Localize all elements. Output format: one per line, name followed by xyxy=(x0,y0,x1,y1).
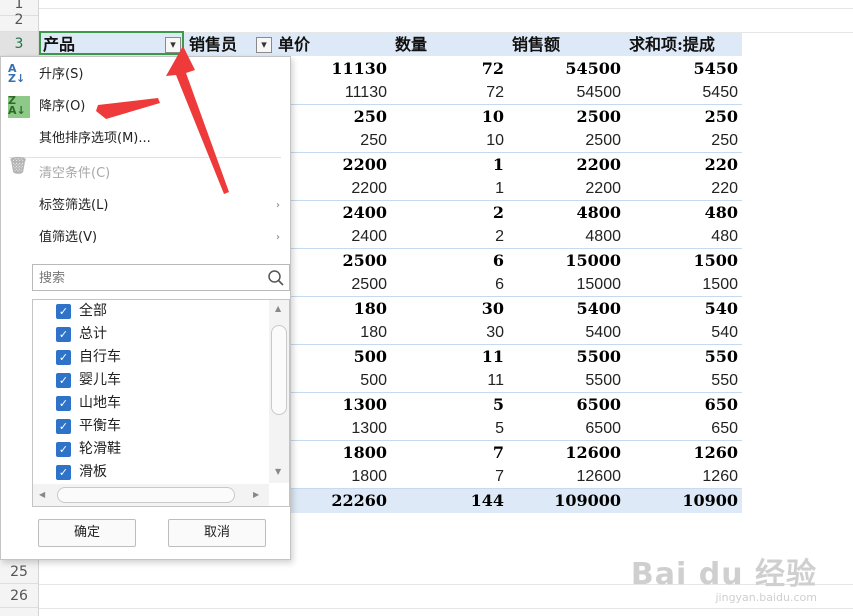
watermark-logo: Bai du 经验 xyxy=(630,557,817,592)
baidu-jingyan-watermark: Bai du 经验 jingyan.baidu.com xyxy=(631,549,817,604)
arrow-to-descending-icon xyxy=(96,98,160,119)
annotation-arrows xyxy=(96,46,229,194)
arrow-to-filter-icon xyxy=(166,46,229,194)
